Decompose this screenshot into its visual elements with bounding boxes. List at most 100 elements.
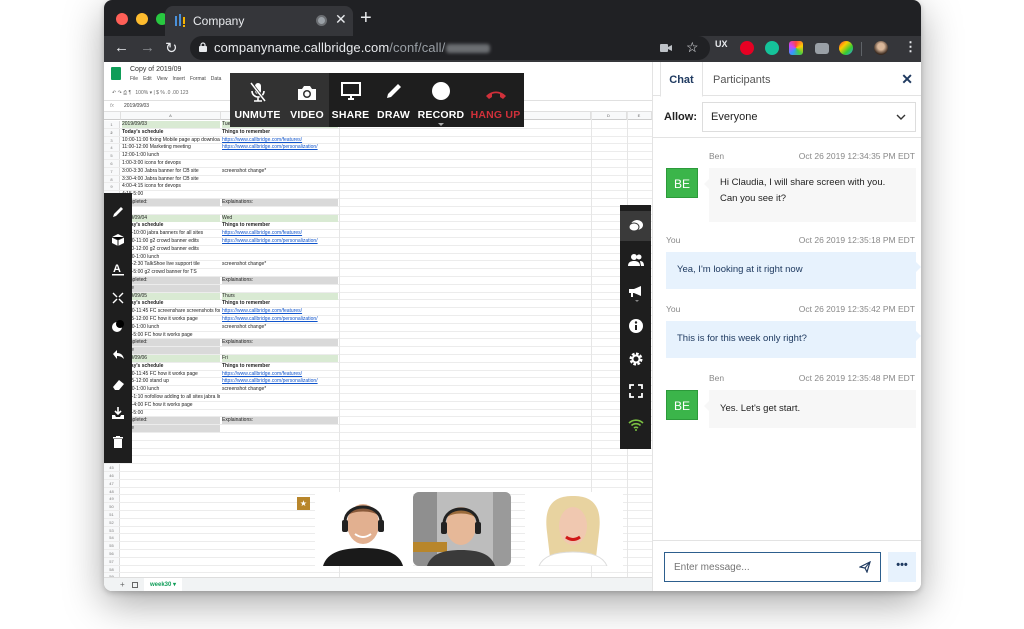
color-picker-icon[interactable] <box>111 319 125 333</box>
profile-avatar[interactable] <box>874 41 888 55</box>
cell-a[interactable]: Completed: <box>122 277 220 284</box>
camera-permission-icon[interactable] <box>660 43 672 53</box>
cell-a[interactable]: 4:15-5:00 <box>122 191 220 198</box>
cell-b[interactable]: https://www.callbridge.com/features/ <box>222 308 338 315</box>
cell-a[interactable]: Completed: <box>122 199 220 206</box>
row-number[interactable]: 5 <box>104 152 120 159</box>
cell-a[interactable]: 10:00-11:00 g2 crowd banner edits <box>122 238 220 245</box>
color-extension-icon[interactable] <box>789 41 803 55</box>
row-number[interactable]: 58 <box>104 565 120 573</box>
add-sheet-icon[interactable]: + <box>120 580 125 589</box>
reload-icon[interactable]: ↻ <box>165 39 178 57</box>
settings-button[interactable] <box>620 344 651 374</box>
shape-icon[interactable] <box>111 233 125 247</box>
participant-video-tile[interactable] <box>315 492 413 566</box>
cell-a[interactable]: 2019/09/05 <box>122 292 220 300</box>
cell-a[interactable]: 2:30-5:00 g2 crowd banner for TS <box>122 269 220 276</box>
connection-quality-indicator[interactable] <box>620 410 651 440</box>
allow-dropdown[interactable]: Everyone <box>702 102 916 132</box>
tab-chat[interactable]: Chat <box>660 62 703 97</box>
cell-a[interactable]: Today's schedule <box>122 129 220 136</box>
cell-b[interactable]: https://www.callbridge.com/personalizati… <box>222 238 338 245</box>
cell-a[interactable]: None <box>122 284 220 292</box>
row-number[interactable]: 49 <box>104 495 120 503</box>
cell-a[interactable]: 1:10-4:00 FC how it works page <box>122 402 220 409</box>
cell-b[interactable]: screenshot change* <box>222 261 338 268</box>
pencil-icon[interactable] <box>111 205 125 219</box>
draw-button[interactable]: DRAW <box>372 73 415 127</box>
paint-extension-icon[interactable] <box>839 41 853 55</box>
text-icon[interactable]: A <box>111 262 125 276</box>
row-number[interactable]: 1 <box>104 121 120 128</box>
row-number[interactable]: 46 <box>104 472 120 479</box>
cell-b[interactable]: screenshot change* <box>222 324 338 331</box>
cell-a[interactable]: 4:00-5:00 <box>122 410 220 417</box>
cell-b[interactable]: Things to remember <box>222 300 338 307</box>
info-button[interactable] <box>620 311 651 341</box>
participants-toggle-button[interactable] <box>620 245 651 275</box>
cell-b[interactable]: https://www.callbridge.com/personalizati… <box>222 378 338 385</box>
more-options-button[interactable]: ••• <box>888 552 916 582</box>
cell-b[interactable]: Things to remember <box>222 363 338 370</box>
cell-a[interactable]: 3:30-4:00 Jabra banner for CB site <box>122 176 220 183</box>
cell-a[interactable]: Today's schedule <box>122 222 220 229</box>
announce-button[interactable] <box>620 279 651 309</box>
cell-b[interactable]: screenshot change* <box>222 168 338 175</box>
row-number[interactable]: 45 <box>104 464 120 471</box>
row-number[interactable]: 8 <box>104 175 120 183</box>
cell-b[interactable]: Explainations: <box>222 277 338 284</box>
cell-a[interactable]: 12:00-1:00 lunch <box>122 386 220 393</box>
cell-b[interactable]: Wed <box>222 214 338 222</box>
cell-a[interactable]: 2019/09/06 <box>122 355 220 362</box>
participant-video-tile[interactable] <box>413 492 511 566</box>
row-number[interactable]: 56 <box>104 550 120 557</box>
cell-a[interactable]: 11:00-12:00 Marketing meeting <box>122 144 220 151</box>
fullscreen-button[interactable] <box>620 376 651 406</box>
row-number[interactable]: 57 <box>104 557 120 565</box>
cell-a[interactable]: 12:00-1:00 lunch <box>122 324 220 331</box>
row-number[interactable]: 53 <box>104 526 120 534</box>
cell-a[interactable]: 1:00-2:30 TalkShoe live support tile <box>122 261 220 268</box>
cell-a[interactable]: 11:00-12:00 g2 crowd banner edits <box>122 246 220 253</box>
hang-up-button[interactable]: HANG UP <box>467 73 524 127</box>
row-number[interactable]: 55 <box>104 542 120 549</box>
cell-a[interactable]: None <box>122 425 220 433</box>
cell-a[interactable]: 12:00-1:00 lunch <box>122 152 220 159</box>
column-header-e[interactable]: E <box>627 112 652 120</box>
close-tab-icon[interactable]: ✕ <box>335 11 347 28</box>
cell-a[interactable]: 11:45-12:00 FC how it works page <box>122 316 220 323</box>
forward-icon[interactable]: → <box>140 39 155 56</box>
tab-participants[interactable]: Participants <box>713 62 770 96</box>
sheet-tab-week30[interactable]: week30 ▾ <box>144 578 183 591</box>
address-bar[interactable]: companyname.callbridge.com/conf/call/ ☆ <box>190 36 710 60</box>
participant-video-tile[interactable] <box>525 492 623 566</box>
all-sheets-icon[interactable] <box>132 582 138 588</box>
browser-menu-icon[interactable]: ⋮ <box>904 39 917 55</box>
row-number[interactable]: 50 <box>104 503 120 510</box>
zoom-level[interactable]: 100% <box>135 90 148 96</box>
row-number[interactable]: 6 <box>104 160 120 167</box>
screenshot-extension-icon[interactable] <box>815 43 829 54</box>
cell-a[interactable]: Today's schedule <box>122 300 220 307</box>
send-icon[interactable] <box>859 561 871 573</box>
menu-file[interactable]: File <box>130 76 138 82</box>
cell-a[interactable]: 10:00-11:45 FC how it works page <box>122 371 220 378</box>
row-number[interactable]: 51 <box>104 511 120 518</box>
cell-b[interactable]: Explainations: <box>222 339 338 347</box>
row-number[interactable]: 48 <box>104 487 120 495</box>
cell-a[interactable]: 10:00-11:45 FC screenshare screenshots f… <box>122 308 220 315</box>
column-header-a[interactable]: A <box>121 112 221 120</box>
menu-view[interactable]: View <box>157 76 168 82</box>
cell-a[interactable]: 1:00-5:00 FC how it works page <box>122 332 220 339</box>
cell-b[interactable]: screenshot change* <box>222 386 338 393</box>
new-tab-button[interactable]: + <box>360 8 372 28</box>
grammarly-extension-icon[interactable] <box>765 41 779 55</box>
cell-b[interactable]: Fri <box>222 355 338 362</box>
undo-icon[interactable] <box>111 348 125 362</box>
cell-a[interactable]: Completed: <box>122 339 220 347</box>
cell-a[interactable]: 1:00-1:10 nofollow adding to all sites j… <box>122 394 220 401</box>
cell-b[interactable]: https://www.callbridge.com/personalizati… <box>222 316 338 323</box>
browser-tab[interactable]: Company ✕ <box>165 6 353 36</box>
row-number[interactable]: 9 <box>104 183 120 191</box>
record-options-caret-icon[interactable] <box>438 123 444 126</box>
